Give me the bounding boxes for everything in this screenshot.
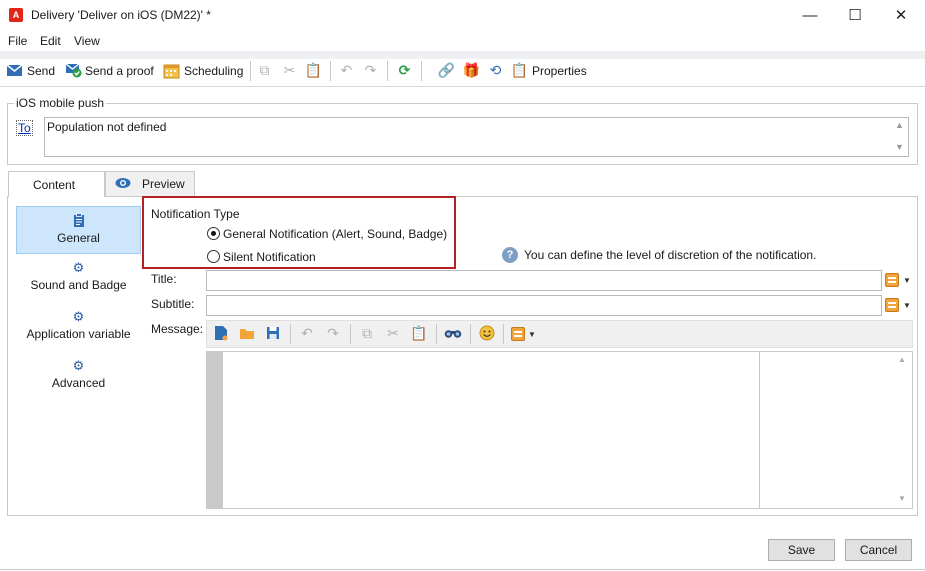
subtitle-label: Subtitle: [151,297,195,311]
gift-icon[interactable]: 🎁 [463,62,480,79]
minimize-button[interactable]: — [787,0,833,31]
insert-field-icon[interactable] [885,298,899,312]
gears-icon: ⚙ [72,260,85,275]
group-legend: iOS mobile push [14,96,107,110]
toolbar-separator [421,61,422,81]
redo-icon[interactable]: ↷ [324,324,342,342]
nav-label: General [57,231,100,245]
nav-label: Sound and Badge [30,278,127,292]
send-button[interactable]: Send [27,64,55,78]
toolbar-separator [387,61,388,81]
window-title: Delivery 'Deliver on iOS (DM22)' * [31,8,211,22]
cancel-button[interactable]: Cancel [845,539,912,561]
nav-label: Advanced [51,376,106,390]
chevron-down-icon[interactable]: ▼ [903,276,911,285]
message-label: Message: [151,322,204,336]
tab-preview-label: Preview [142,177,185,191]
to-link[interactable]: To [16,120,33,136]
chevron-down-icon[interactable]: ▼ [903,301,911,310]
new-file-icon[interactable] [212,324,230,342]
insert-field-icon[interactable] [511,327,525,341]
nav-item-general[interactable]: General [16,206,141,254]
menu-separator [0,51,925,59]
toolbar-separator [330,61,331,81]
copy-icon[interactable]: ⧉ [256,62,273,79]
menu-view[interactable]: View [74,34,100,48]
menu-bar [0,31,925,51]
maximize-button[interactable]: ☐ [832,0,878,31]
nav-item-application-variable[interactable]: ⚙ Application variable [16,303,141,351]
send-icon[interactable] [6,62,23,79]
copy-icon[interactable]: ⧉ [358,324,376,342]
save-button[interactable]: Save [768,539,835,561]
open-folder-icon[interactable] [238,324,256,342]
scroll-up-icon[interactable]: ▲ [895,120,904,130]
calendar-icon[interactable] [163,62,180,79]
find-icon[interactable] [444,324,462,342]
editor-divider [759,352,760,508]
notification-type-label: Notification Type [151,207,240,221]
scroll-up-icon[interactable]: ▲ [898,355,906,364]
help-text: You can define the level of discretion o… [524,248,817,262]
toolbar-separator [350,324,351,344]
undo-icon[interactable]: ↶ [338,62,355,79]
toolbar-separator [290,324,291,344]
clipboard-icon [17,213,140,229]
population-field[interactable] [44,117,909,157]
title-input[interactable] [206,270,882,291]
gears-icon: ⚙ [72,309,85,324]
link-icon[interactable]: 🔗 [438,62,455,79]
help-icon: ? [502,247,518,263]
send-proof-button[interactable]: Send a proof [85,64,154,78]
save-icon[interactable] [264,324,282,342]
refresh-icon[interactable]: ⟳ [396,62,413,79]
toolbar-separator [250,61,251,81]
silent-notification-radio[interactable] [207,250,220,263]
insert-field-icon[interactable] [885,273,899,287]
close-button[interactable]: ✕ [878,0,924,31]
general-notification-radio[interactable] [207,227,220,240]
scroll-down-icon[interactable]: ▼ [895,142,904,152]
toolbar-separator [470,324,471,344]
undo-icon[interactable]: ↶ [298,324,316,342]
menu-edit[interactable]: Edit [40,34,61,48]
title-label: Title: [151,272,177,286]
scroll-down-icon[interactable]: ▼ [898,494,906,503]
redo-icon[interactable]: ↷ [362,62,379,79]
gears-icon: ⚙ [72,358,85,373]
eye-icon [115,177,131,192]
subtitle-input[interactable] [206,295,882,316]
paste-icon[interactable]: 📋 [410,324,428,342]
chevron-down-icon[interactable]: ▼ [528,330,536,339]
toolbar-border [0,86,925,87]
message-editor[interactable] [206,351,913,509]
toolbar-separator [436,324,437,344]
menu-file[interactable]: File [8,34,27,48]
editor-gutter [207,352,223,508]
general-notification-label[interactable]: General Notification (Alert, Sound, Badg… [223,227,447,241]
population-text: Population not defined [47,120,167,134]
tab-content[interactable]: Content [8,171,105,197]
properties-button[interactable]: Properties [532,64,587,78]
scheduling-button[interactable]: Scheduling [184,64,243,78]
nav-label: Application variable [26,327,131,341]
emoji-icon[interactable] [478,324,496,342]
paste-icon[interactable]: 📋 [305,62,322,79]
nav-item-sound-and-badge[interactable]: ⚙ Sound and Badge [16,254,141,302]
toolbar-separator [503,324,504,344]
cut-icon[interactable]: ✂ [281,62,298,79]
clipboard-icon[interactable]: 📋 [511,62,528,79]
send-proof-icon[interactable] [65,62,82,79]
gauge-icon[interactable]: ⟲ [487,62,504,79]
silent-notification-label[interactable]: Silent Notification [223,250,316,264]
window-bottom-border [0,569,925,570]
tab-content-label: Content [33,177,76,192]
cut-icon[interactable]: ✂ [384,324,402,342]
nav-item-advanced[interactable]: ⚙ Advanced [16,352,141,400]
app-logo-icon: A [9,8,23,22]
tab-preview[interactable]: Preview [105,171,195,196]
